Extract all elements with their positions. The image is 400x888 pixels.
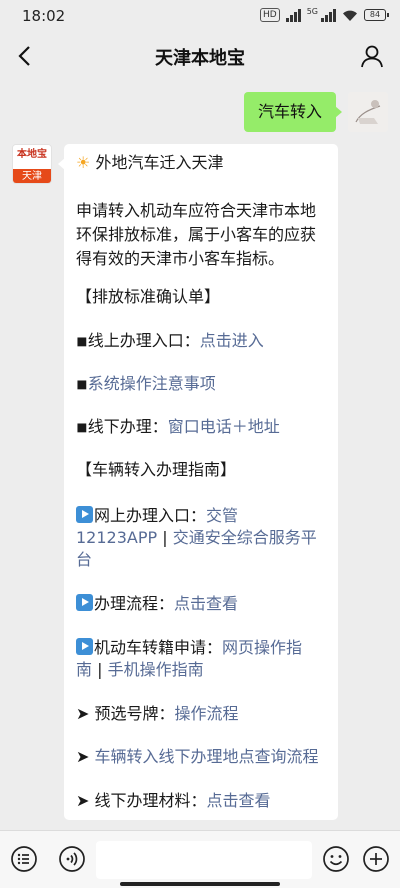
intro-line-3: 得有效的天津市小客车指标。 — [76, 249, 285, 268]
offline-location-query-link[interactable]: 车辆转入线下办理地点查询流程 — [95, 747, 319, 766]
plus-icon[interactable] — [362, 845, 390, 873]
hd-badge: HD — [260, 8, 280, 22]
signal-icon — [285, 8, 301, 22]
list-item-cont: 12123APP | 交通安全综合服务平 — [76, 527, 328, 549]
play-icon — [76, 506, 93, 523]
list-item-label: ➤ 线下办理材料： — [76, 791, 207, 810]
account-city: 天津 — [13, 169, 51, 183]
list-item-label: ◾线上办理入口： — [76, 331, 200, 350]
list-item-label: 办理流程： — [94, 594, 175, 613]
account-avatar[interactable]: 本地宝 天津 — [12, 144, 52, 184]
list-item: 网上办理入口：交管 — [76, 505, 328, 527]
jiaoguan-app-link-cont[interactable]: 12123APP — [76, 528, 157, 547]
list-item: 办理流程：点击查看 — [76, 593, 328, 615]
list-item: ➤ 车辆转入线下办理地点查询流程 — [76, 746, 328, 768]
account-logo: 本地宝 — [13, 145, 51, 169]
outgoing-message-text: 汽车转入 — [257, 102, 322, 121]
web-guide-link-cont[interactable]: 南 — [76, 660, 92, 679]
intro-line-2: 环保排放标准，属于小客车的应获 — [76, 225, 317, 244]
web-guide-link[interactable]: 网页操作指 — [222, 638, 302, 657]
home-indicator[interactable] — [120, 882, 280, 886]
message-input[interactable] — [96, 841, 312, 879]
sun-icon: ☀ — [76, 153, 91, 172]
list-item-bullet: ➤ — [76, 747, 95, 766]
list-item-label: ◾线下办理： — [76, 417, 168, 436]
mobile-guide-link[interactable]: 手机操作指南 — [108, 660, 204, 679]
play-icon — [76, 638, 93, 655]
traffic-safety-platform-link[interactable]: 交通安全综合服务平 — [173, 528, 317, 547]
link-separator: | — [92, 660, 108, 679]
list-item: ◾系统操作注意事项 — [76, 373, 328, 395]
status-icons: HD 5G 84 — [260, 6, 389, 22]
process-view-link[interactable]: 点击查看 — [174, 594, 238, 613]
signal-icon-2 — [321, 8, 336, 22]
avatar-image — [348, 92, 388, 132]
section-heading-transfer: 【车辆转入办理指南】 — [76, 460, 237, 479]
battery-level: 84 — [369, 10, 381, 19]
incoming-message: ☀ 外地汽车迁入天津 申请转入机动车应符合天津市本地 环保排放标准，属于小客车的… — [58, 144, 338, 820]
jiaoguan-app-link[interactable]: 交管 — [206, 506, 238, 525]
list-item-label: 机动车转籍申请： — [94, 638, 223, 657]
offline-materials-link[interactable]: 点击查看 — [207, 791, 271, 810]
list-item: ➤ 预选号牌：操作流程 — [76, 703, 328, 725]
section-heading-emission: 【排放标准确认单】 — [76, 287, 221, 306]
person-icon[interactable] — [358, 42, 386, 70]
page-title: 天津本地宝 — [155, 48, 245, 69]
list-item-bullet: ◾ — [76, 374, 88, 393]
play-icon — [76, 594, 93, 611]
network-label: 5G — [306, 6, 318, 16]
list-item: 机动车转籍申请：网页操作指 — [76, 637, 328, 659]
list-item-cont: 南 | 手机操作指南 — [76, 659, 328, 681]
outgoing-message[interactable]: 汽车转入 — [243, 92, 343, 132]
bottom-input-bar — [0, 830, 400, 888]
list-item-label: 网上办理入口： — [94, 506, 207, 525]
status-time: 18:02 — [22, 7, 66, 25]
link-separator: | — [157, 528, 173, 547]
list-item: ➤ 线下办理材料：点击查看 — [76, 790, 328, 812]
nav-bar: 天津本地宝 — [0, 34, 400, 78]
emoji-icon[interactable] — [322, 845, 350, 873]
status-bar: 18:02 HD 5G 84 — [0, 0, 400, 34]
reply-title: 外地汽车迁入天津 — [95, 153, 224, 172]
plate-preselect-link[interactable]: 操作流程 — [175, 704, 239, 723]
intro-line-1: 申请转入机动车应符合天津市本地 — [76, 201, 317, 220]
voice-icon[interactable] — [58, 845, 86, 873]
traffic-safety-platform-link-cont[interactable]: 台 — [76, 550, 92, 569]
list-item: ◾线上办理入口：点击进入 — [76, 330, 328, 352]
offline-window-link[interactable]: 窗口电话＋地址 — [168, 417, 280, 436]
list-menu-icon[interactable] — [10, 845, 38, 873]
system-notes-link[interactable]: 系统操作注意事项 — [88, 374, 216, 393]
list-item: ◾线下办理：窗口电话＋地址 — [76, 416, 328, 438]
battery-icon: 84 — [364, 9, 389, 21]
online-entry-link[interactable]: 点击进入 — [200, 331, 264, 350]
list-item-label: ➤ 预选号牌： — [76, 704, 175, 723]
avatar[interactable] — [348, 92, 388, 132]
reply-title-row: ☀ 外地汽车迁入天津 — [76, 152, 328, 174]
wifi-icon — [343, 10, 357, 21]
list-item-cont: 台 — [76, 549, 328, 571]
